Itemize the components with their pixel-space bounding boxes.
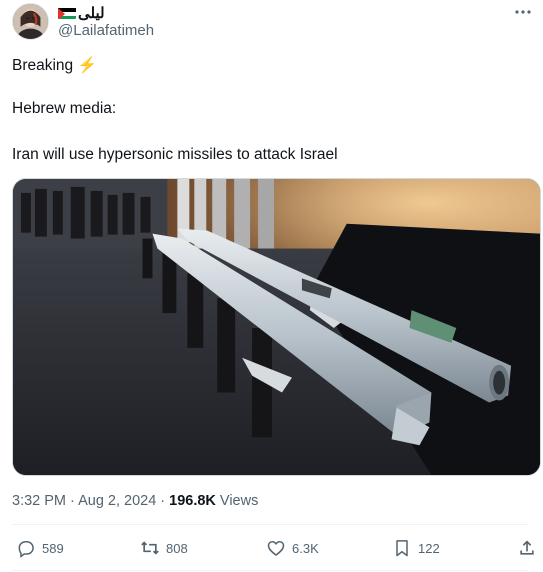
- views-count: 196.8K: [169, 493, 216, 509]
- missile-photo: [13, 179, 540, 475]
- share-button[interactable]: [517, 536, 537, 560]
- author-display-name[interactable]: ليلى: [78, 4, 105, 22]
- like-count: 6.3K: [292, 540, 319, 556]
- reply-button[interactable]: 589: [16, 536, 64, 560]
- bookmark-button[interactable]: 122: [392, 536, 440, 560]
- divider-bottom: [12, 570, 528, 571]
- palestine-flag-icon: [58, 7, 76, 19]
- author-handle[interactable]: @Lailafatimeh: [58, 22, 154, 39]
- repost-button[interactable]: 808: [140, 536, 188, 560]
- tweet-breaking-text: Breaking: [12, 57, 74, 74]
- more-options-icon[interactable]: [513, 4, 533, 20]
- reply-count: 589: [42, 540, 64, 556]
- like-button[interactable]: 6.3K: [266, 536, 319, 560]
- bookmark-count: 122: [418, 540, 440, 556]
- tweet-timestamp[interactable]: 3:32 PM · Aug 2, 2024: [12, 493, 156, 509]
- tweet-text-line3: Iran will use hypersonic missiles to att…: [12, 146, 338, 163]
- repost-count: 808: [166, 540, 188, 556]
- meta-separator: ·: [160, 493, 166, 509]
- lightning-emoji: ⚡: [77, 57, 97, 74]
- avatar-image: [13, 4, 48, 39]
- views-label: Views: [219, 493, 259, 509]
- heart-icon: [267, 540, 285, 557]
- action-bar: 589 808 6.3K 122: [12, 536, 538, 560]
- tweet-card: ليلى @Lailafatimeh Breaking ⚡ Hebrew med…: [0, 0, 543, 572]
- share-icon: [520, 540, 534, 555]
- avatar[interactable]: [12, 3, 49, 40]
- bookmark-icon: [396, 540, 408, 557]
- author-name-row[interactable]: ليلى: [58, 4, 105, 22]
- divider-top: [12, 524, 528, 525]
- tweet-meta: 3:32 PM · Aug 2, 2024 · 196.8K Views: [12, 493, 258, 509]
- reply-icon: [18, 541, 34, 558]
- tweet-text-line1: Breaking ⚡: [12, 56, 97, 75]
- repost-icon: [141, 541, 159, 555]
- tweet-text-line2: Hebrew media:: [12, 100, 117, 117]
- tweet-media-image[interactable]: [12, 178, 541, 476]
